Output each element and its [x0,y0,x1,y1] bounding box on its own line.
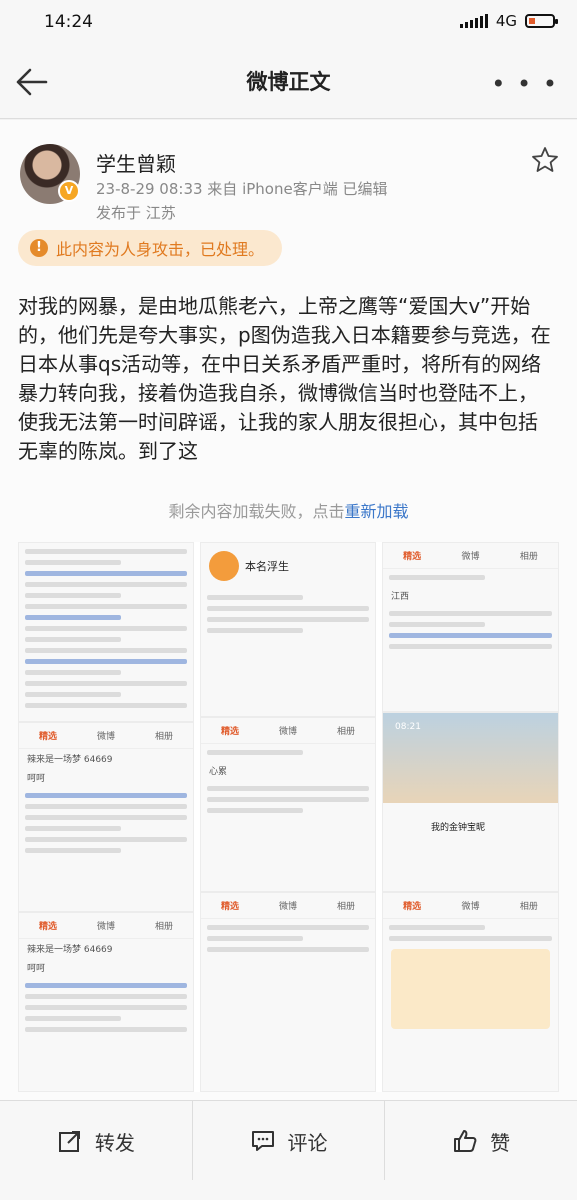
comment-label: 评论 [287,1130,328,1155]
image-profile-name: 本名浮生 [245,560,289,573]
image-comment: 呵呵 [27,774,46,784]
battery-icon [525,14,558,28]
image-username: 辣来是一场梦 64669 [27,945,113,955]
repost-button[interactable]: 转发 [0,1101,192,1181]
image-comment: 心累 [209,767,228,777]
repost-label: 转发 [94,1130,135,1155]
image-profile-name: 我的金钟宝昵 [431,823,486,833]
image-tab-text: 精选 [38,922,57,932]
reload-link[interactable]: 重新加载 [345,502,409,521]
like-label: 赞 [490,1130,511,1155]
image-panel: 精选 微博 相册 辣来是一场梦 64669 呵呵 [18,912,194,1092]
image-tab-text: 微博 [461,552,480,562]
load-fail-text: 剩余内容加载失败，点击 [168,502,345,521]
home-indicator [0,1180,577,1200]
image-location: 江西 [391,592,410,602]
image-tab-text: 微博 [278,902,297,912]
star-icon[interactable] [531,146,559,174]
image-avatar [209,551,239,581]
image-panel: 08:21 我的金钟宝昵 [382,712,559,892]
image-tab-text: 相册 [519,552,538,562]
signal-icon [459,14,488,28]
notice-text: 此内容为人身攻击，已处理。 [56,240,265,259]
status-time: 14:24 [44,12,93,32]
author-name[interactable]: 学生曾颖 [96,148,176,177]
image-tab-text: 精选 [403,902,422,912]
comment-icon [251,1131,274,1151]
load-fail-message: 剩余内容加载失败，点击重新加载 [0,498,577,522]
comment-button[interactable]: 评论 [191,1101,385,1181]
image-username: 辣来是一场梦 64669 [27,755,113,765]
image-panel: 精选 微博 相册 心累 [200,717,376,892]
image-tab-text: 相册 [154,922,173,932]
thumbs-up-icon [454,1130,477,1152]
status-icons: 4G [459,12,558,30]
post-location: 发布于 江苏 [96,204,176,222]
image-tab-text: 精选 [38,732,57,742]
nav-bar: 微博正文 • • • [0,44,577,119]
image-tab-text: 微博 [96,922,115,932]
image-panel: 精选 微博 相册 [382,892,559,1092]
image-tab-text: 微博 [461,902,480,912]
verified-badge-icon: V [58,180,80,202]
image-tab-text: 精选 [220,727,239,737]
attached-image[interactable]: 精选 微博 相册 辣来是一场梦 64669 呵呵 精选 微博 相册 辣来是一场梦 646… [18,542,559,1092]
image-tab-text: 精选 [220,902,239,912]
moderation-notice: ! 此内容为人身攻击，已处理。 [18,230,283,266]
warning-icon: ! [30,239,48,257]
image-panel: 精选 微博 相册 [200,892,376,1092]
more-icon[interactable]: • • • [491,70,559,98]
image-time: 08:21 [395,722,421,732]
post-meta: 23-8-29 08:33 来自 iPhone客户端 已编辑 [96,180,388,198]
network-label: 4G [495,12,517,30]
image-tab-text: 精选 [403,552,422,562]
image-tab-text: 相册 [336,902,355,912]
image-tab-text: 微博 [96,732,115,742]
image-tab-text: 相册 [519,902,538,912]
image-tab-text: 相册 [336,727,355,737]
post-body: 对我的网暴，是由地瓜熊老六，上帝之鹰等“爱国大v”开始的，他们先是夸大事实，p图… [18,294,551,463]
like-button[interactable]: 赞 [384,1101,577,1181]
image-panel: 精选 微博 相册 江西 [382,542,559,712]
action-bar: 转发 评论 赞 [0,1100,577,1181]
image-panel [18,542,194,722]
image-tab-text: 微博 [278,727,297,737]
image-comment: 呵呵 [27,964,46,974]
image-panel: 精选 微博 相册 辣来是一场梦 64669 呵呵 [18,722,194,912]
post-card: V 学生曾颖 23-8-29 08:33 来自 iPhone客户端 已编辑 发布… [0,120,577,1100]
image-tab-text: 相册 [154,732,173,742]
status-bar: 14:24 4G [0,0,577,44]
image-panel: 本名浮生 [200,542,376,717]
repost-icon [58,1131,80,1152]
